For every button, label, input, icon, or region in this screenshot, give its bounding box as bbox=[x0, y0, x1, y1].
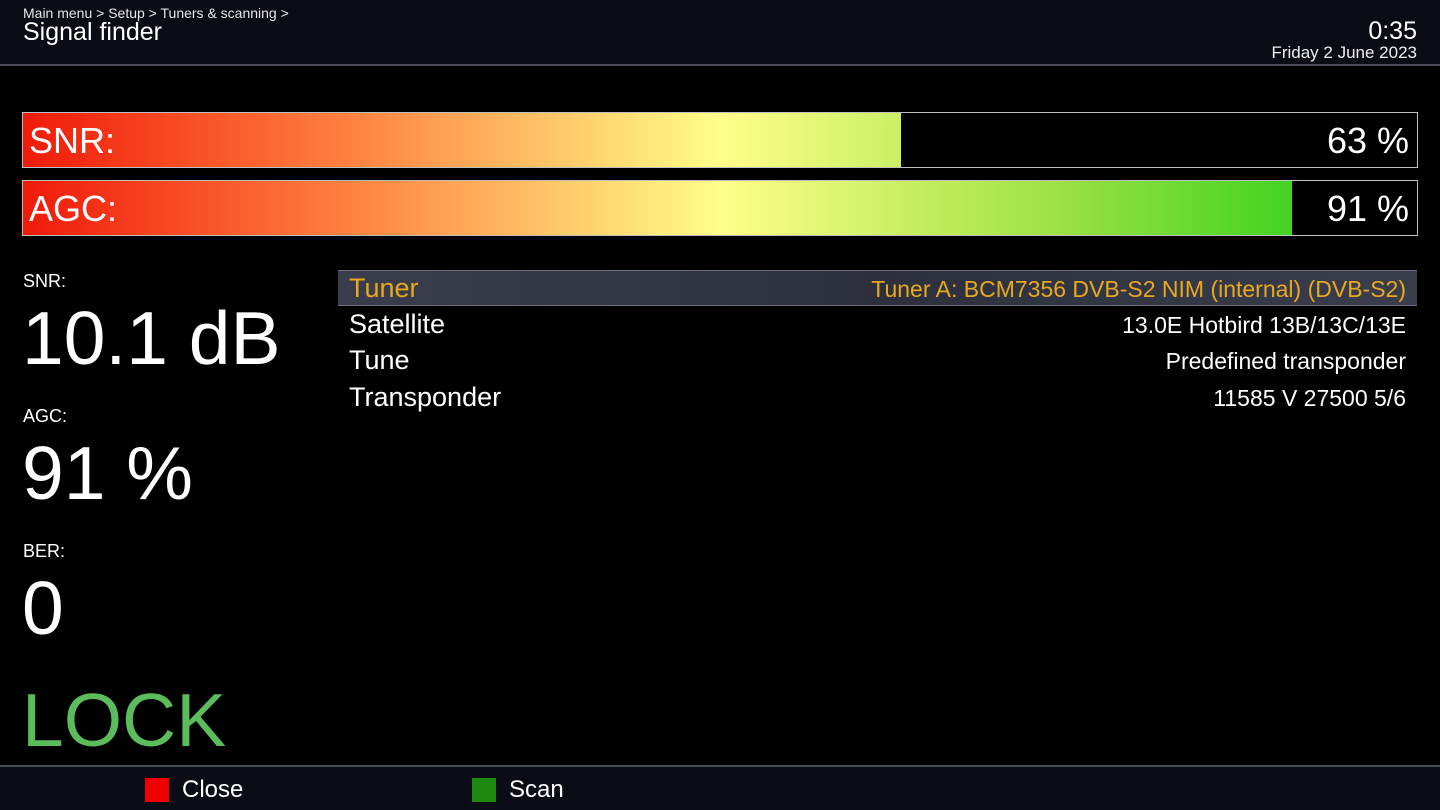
snr-bar-value: 63 % bbox=[1326, 120, 1409, 161]
snr-value: 10.1 dB bbox=[22, 296, 281, 380]
config-value: Predefined transponder bbox=[1165, 348, 1406, 375]
scan-label: Scan bbox=[509, 776, 564, 803]
config-key: Tuner bbox=[349, 273, 419, 303]
close-label: Close bbox=[182, 776, 244, 803]
agc-bar-fill bbox=[23, 181, 1292, 235]
config-key: Transponder bbox=[349, 382, 502, 413]
config-value: 11585 V 27500 5/6 bbox=[1213, 385, 1406, 412]
snr-label: SNR: bbox=[23, 271, 67, 291]
config-value: 13.0E Hotbird 13B/13C/13E bbox=[1122, 311, 1406, 338]
lock-status: LOCK bbox=[22, 678, 227, 762]
agc-bar: AGC: 91 % bbox=[22, 180, 1418, 236]
clock: 0:35 bbox=[1368, 17, 1417, 45]
config-value: Tuner A: BCM7356 DVB-S2 NIM (internal) (… bbox=[871, 276, 1406, 302]
snr-bar: SNR: 63 % bbox=[22, 112, 1418, 168]
config-row-tuner[interactable]: Tuner Tuner A: BCM7356 DVB-S2 NIM (inter… bbox=[338, 270, 1417, 306]
page-title: Signal finder bbox=[23, 18, 162, 46]
agc-bar-value: 91 % bbox=[1326, 188, 1409, 229]
config-list: Tuner Tuner A: BCM7356 DVB-S2 NIM (inter… bbox=[338, 270, 1417, 417]
green-key-icon bbox=[472, 778, 496, 802]
close-button[interactable]: Close bbox=[145, 775, 243, 805]
agc-label: AGC: bbox=[23, 406, 68, 426]
snr-bar-fill bbox=[23, 113, 902, 167]
agc-bar-label: AGC: bbox=[29, 188, 118, 229]
ber-label: BER: bbox=[23, 541, 66, 561]
config-row-transponder[interactable]: Transponder 11585 V 27500 5/6 bbox=[338, 380, 1417, 416]
config-row-satellite[interactable]: Satellite 13.0E Hotbird 13B/13C/13E bbox=[338, 307, 1417, 343]
header: Main menu > Setup > Tuners & scanning > … bbox=[0, 0, 1440, 66]
config-row-tune[interactable]: Tune Predefined transponder bbox=[338, 343, 1417, 379]
footer: Close Scan bbox=[0, 765, 1440, 810]
config-key: Tune bbox=[349, 345, 410, 376]
ber-value: 0 bbox=[22, 566, 64, 650]
red-key-icon bbox=[145, 778, 169, 802]
agc-value: 91 % bbox=[22, 431, 193, 515]
snr-bar-label: SNR: bbox=[29, 120, 116, 161]
date: Friday 2 June 2023 bbox=[1271, 43, 1417, 62]
config-key: Satellite bbox=[349, 308, 446, 339]
scan-button[interactable]: Scan bbox=[472, 775, 564, 805]
